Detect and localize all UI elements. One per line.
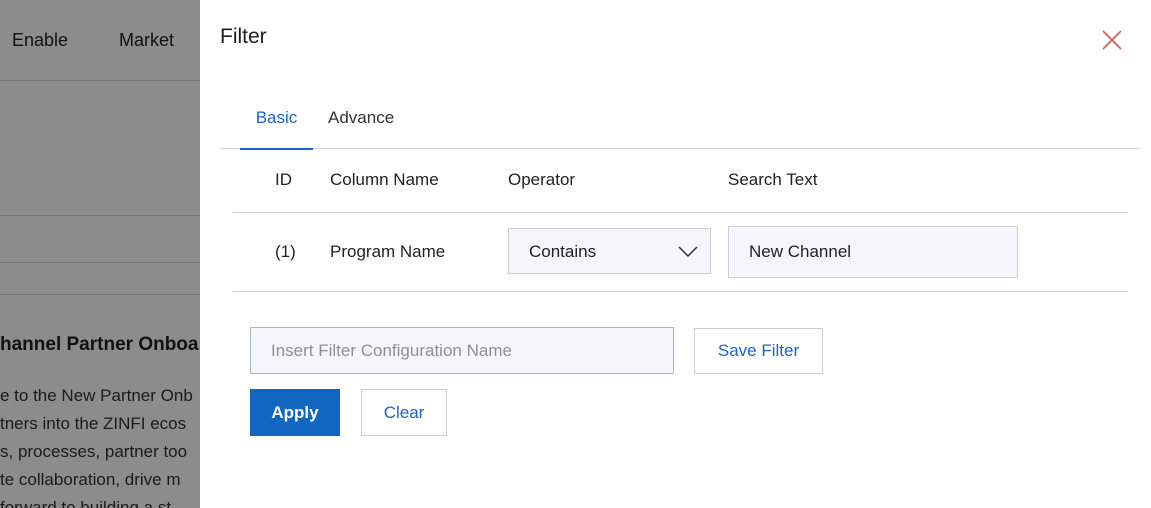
table-divider bbox=[233, 212, 1128, 213]
save-filter-label: Save Filter bbox=[717, 341, 800, 360]
clear-button[interactable]: Clear bbox=[361, 389, 447, 436]
header-operator: Operator bbox=[508, 170, 576, 189]
chevron-down-icon bbox=[678, 246, 698, 258]
filter-tabs: Basic Advance bbox=[220, 100, 1140, 150]
close-icon bbox=[1102, 30, 1122, 50]
drawer-title: Filter bbox=[220, 25, 267, 48]
operator-select[interactable]: Contains bbox=[508, 228, 711, 274]
tab-basic[interactable]: Basic bbox=[240, 108, 313, 150]
filter-drawer: Filter Basic Advance ID Column Name Oper… bbox=[200, 0, 1151, 508]
row-column-name: Program Name bbox=[330, 242, 446, 261]
apply-button[interactable]: Apply bbox=[250, 389, 340, 436]
row-id: (1) bbox=[275, 242, 296, 261]
tab-label: Basic bbox=[255, 108, 298, 127]
apply-label: Apply bbox=[271, 403, 319, 422]
table-divider bbox=[233, 291, 1128, 292]
search-text-input[interactable] bbox=[728, 226, 1018, 278]
header-id: ID bbox=[275, 170, 292, 189]
save-filter-button[interactable]: Save Filter bbox=[694, 328, 823, 374]
filter-config-name-input[interactable] bbox=[250, 327, 674, 374]
clear-label: Clear bbox=[383, 403, 425, 422]
tab-label: Advance bbox=[328, 108, 395, 127]
tab-advance[interactable]: Advance bbox=[328, 108, 394, 148]
operator-value: Contains bbox=[529, 242, 597, 261]
header-column-name: Column Name bbox=[330, 170, 439, 189]
close-button[interactable] bbox=[1100, 28, 1124, 52]
header-search-text: Search Text bbox=[728, 170, 818, 189]
